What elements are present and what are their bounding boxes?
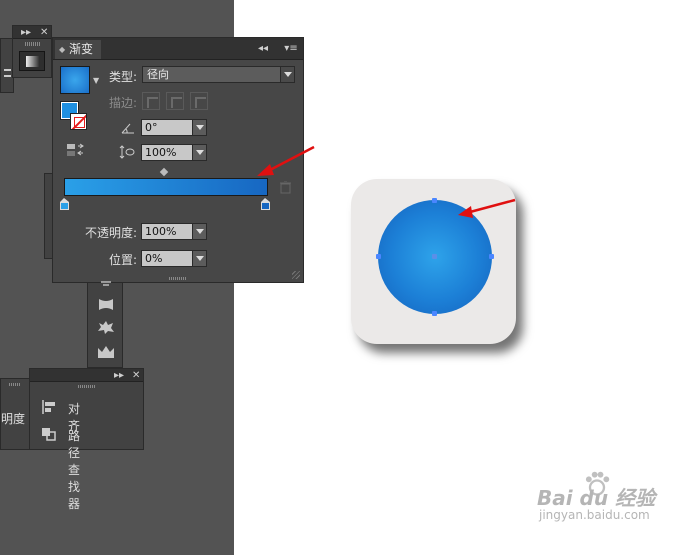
close-icon[interactable]: ✕ — [132, 369, 140, 382]
drag-grip[interactable] — [25, 42, 41, 46]
side-tool-strip — [87, 281, 123, 368]
anchor-point-left[interactable] — [376, 254, 381, 259]
gradient-type-select[interactable]: 径向 — [142, 66, 295, 83]
aspect-ratio-icon — [119, 145, 135, 159]
baidu-jingyan-watermark: Bai du 经验 jingyan.baidu.com — [531, 470, 696, 530]
angle-input[interactable]: 0° — [141, 119, 193, 136]
location-input[interactable]: 0% — [141, 250, 193, 267]
collapse-panel-icon[interactable]: ◂◂ — [258, 38, 268, 60]
opacity-dropdown-button[interactable] — [192, 223, 207, 240]
pathfinder-icon — [42, 428, 56, 441]
flag-warp-icon[interactable] — [97, 297, 115, 312]
pathfinder-label: 路径查找器 — [68, 429, 81, 511]
gradient-stop-start[interactable] — [60, 198, 69, 210]
chevron-down-icon — [280, 67, 294, 82]
gradient-preview-swatch[interactable] — [60, 66, 90, 94]
anchor-point-top[interactable] — [432, 198, 437, 203]
stroke-swatch[interactable] — [70, 113, 87, 130]
drag-grip[interactable] — [9, 383, 21, 386]
anchor-point-right[interactable] — [489, 254, 494, 259]
bottom-drag-grip[interactable] — [169, 277, 187, 280]
partial-panel-label: 明度 — [1, 412, 26, 426]
align-icon — [42, 400, 55, 414]
gradient-type-value: 径向 — [147, 68, 169, 81]
burst-warp-icon[interactable] — [97, 320, 115, 335]
aspect-ratio-input[interactable]: 100% — [141, 144, 193, 161]
gradient-tool-mini-panel: ▸▸ ✕ — [12, 25, 52, 78]
gradient-panel-titlebar[interactable]: ◆ 渐变 ◂◂ ▾≡ — [53, 38, 303, 60]
opacity-label: 不透明度: — [85, 226, 138, 240]
location-dropdown-button[interactable] — [192, 250, 207, 267]
delete-stop-icon[interactable] — [280, 181, 291, 194]
angle-icon — [121, 123, 134, 134]
close-icon[interactable]: ✕ — [40, 26, 48, 39]
tab-gradient[interactable]: ◆ 渐变 — [55, 40, 102, 59]
stroke-label: 描边: — [109, 96, 138, 110]
drag-grip[interactable] — [78, 385, 96, 388]
gradient-stop-end[interactable] — [261, 198, 270, 210]
collapse-icon[interactable]: ▸▸ — [114, 369, 124, 382]
panel-menu-icon[interactable]: ▾≡ — [281, 38, 301, 60]
align-pathfinder-panel: ▸▸ ✕ 对齐 路径查找器 — [29, 368, 144, 511]
collapse-icon[interactable]: ▸▸ — [21, 26, 31, 39]
tab-gradient-label: 渐变 — [69, 42, 94, 56]
gradient-panel: ◆ 渐变 ◂◂ ▾≡ ▼ 类型: 径向 描边: 0° 100% 不透明度: 10… — [52, 37, 304, 283]
anchor-point-bottom[interactable] — [432, 311, 437, 316]
location-label: 位置: — [109, 253, 138, 267]
reverse-gradient-icon[interactable] — [66, 143, 84, 157]
crown-warp-icon[interactable] — [97, 344, 115, 359]
stroke-along-button[interactable] — [166, 92, 184, 110]
stroke-across-button[interactable] — [190, 92, 208, 110]
mini-panel-titlebar: ▸▸ ✕ — [13, 26, 51, 39]
watermark-url: jingyan.baidu.com — [539, 508, 650, 522]
watermark-brand: Bai du 经验 — [537, 486, 656, 510]
menu-lines-icon — [4, 69, 11, 77]
angle-dropdown-button[interactable] — [192, 119, 207, 136]
aspect-ratio-dropdown-button[interactable] — [192, 144, 207, 161]
fill-stroke-selector[interactable] — [60, 101, 89, 132]
gradient-preset-dropdown-icon[interactable]: ▼ — [93, 76, 99, 85]
resize-handle[interactable] — [292, 271, 300, 279]
envelope-distort-icon[interactable] — [97, 281, 115, 296]
align-panel-titlebar[interactable]: ▸▸ ✕ — [30, 369, 143, 382]
gradient-slider-bar[interactable] — [64, 178, 268, 196]
opacity-input[interactable]: 100% — [141, 223, 193, 240]
gradient-midpoint-diamond[interactable] — [159, 167, 169, 177]
tab-expand-icon: ◆ — [59, 45, 66, 54]
gradient-panel-toggle-button[interactable] — [19, 51, 45, 71]
anchor-point-center — [432, 254, 437, 259]
type-label: 类型: — [109, 70, 138, 84]
stroke-within-button[interactable] — [142, 92, 160, 110]
gradient-icon — [26, 56, 39, 67]
partial-panel-left: 明度 — [0, 378, 31, 450]
